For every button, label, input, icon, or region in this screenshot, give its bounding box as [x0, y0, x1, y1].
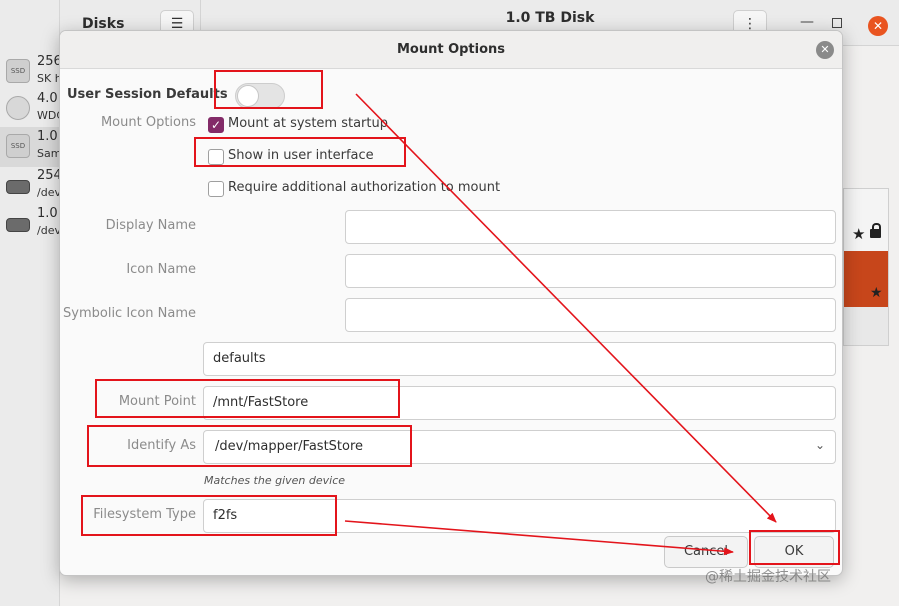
- disk-list-item[interactable]: 1.0 /dev: [0, 204, 61, 244]
- chevron-down-icon: ⌄: [814, 438, 825, 452]
- require-auth-checkbox[interactable]: [208, 181, 224, 197]
- require-auth-label: Require additional authorization to moun…: [228, 180, 501, 195]
- disk-list-item-selected[interactable]: SSD 1.0 Sam: [0, 127, 62, 167]
- annotation-box-session-switch: [214, 70, 323, 109]
- icon-name-field[interactable]: [345, 254, 836, 288]
- user-session-defaults-label: User Session Defaults: [67, 87, 228, 102]
- mount-options-value: defaults: [213, 351, 266, 366]
- optical-drive-icon: [6, 96, 30, 120]
- checkmark-icon: ✓: [210, 118, 222, 132]
- disk-size: 4.0: [37, 91, 58, 106]
- partition-map: ★ ★: [843, 188, 889, 346]
- disk-list-item[interactable]: SSD 256 SK h: [0, 52, 62, 92]
- maximize-button[interactable]: [832, 18, 842, 28]
- lock-icon: [870, 223, 881, 238]
- disk-model: /dev: [37, 224, 61, 237]
- identify-as-hint: Matches the given device: [204, 474, 346, 487]
- close-icon: ✕: [872, 19, 884, 33]
- ssd-icon: SSD: [6, 59, 30, 83]
- star-icon: ★: [870, 285, 883, 301]
- icon-name-label: Icon Name: [126, 262, 196, 277]
- mount-options-field[interactable]: defaults: [203, 342, 836, 376]
- close-icon: ✕: [820, 43, 830, 56]
- mount-at-startup-label: Mount at system startup: [228, 116, 388, 131]
- partition-segment[interactable]: [844, 189, 888, 251]
- annotation-box-ok-button: [749, 530, 840, 565]
- symbolic-icon-name-label: Symbolic Icon Name: [63, 306, 196, 321]
- annotation-box-filesystem-type: [81, 495, 337, 536]
- disk-list-item[interactable]: 254 /dev: [0, 166, 62, 206]
- display-name-field[interactable]: [345, 210, 836, 244]
- watermark: @稀土掘金技术社区: [705, 569, 831, 585]
- disk-size: 1.0: [37, 206, 58, 221]
- drive-icon: [6, 180, 30, 194]
- disk-model: Sam: [37, 147, 62, 160]
- window-close-button[interactable]: ✕: [868, 16, 888, 36]
- disks-sidebar: SSD 256 SK h 4.0 WDC SSD 1.0 Sam 254 /de…: [0, 0, 64, 606]
- display-name-label: Display Name: [105, 218, 196, 233]
- dialog-close-button[interactable]: ✕: [816, 41, 834, 59]
- minimize-button[interactable]: —: [800, 14, 814, 30]
- dialog-header: Mount Options ✕: [60, 31, 842, 69]
- drive-icon: [6, 218, 30, 232]
- disk-model: /dev: [37, 186, 61, 199]
- symbolic-icon-name-field[interactable]: [345, 298, 836, 332]
- ssd-icon: SSD: [6, 134, 30, 158]
- star-icon: ★: [852, 225, 866, 243]
- mount-options-label: Mount Options: [100, 115, 196, 130]
- main-title: 1.0 TB Disk: [505, 10, 595, 26]
- disk-size: 1.0: [37, 129, 58, 144]
- disk-model: SK h: [37, 72, 62, 85]
- mount-at-startup-checkbox[interactable]: ✓: [208, 117, 224, 133]
- dialog-title: Mount Options: [396, 42, 506, 57]
- annotation-box-mount-point: [95, 379, 400, 418]
- disk-list-item[interactable]: 4.0 WDC: [0, 89, 64, 129]
- cancel-button[interactable]: Cancel: [664, 536, 748, 568]
- annotation-box-show-in-ui: [194, 137, 406, 167]
- annotation-box-identify-as: [87, 425, 412, 467]
